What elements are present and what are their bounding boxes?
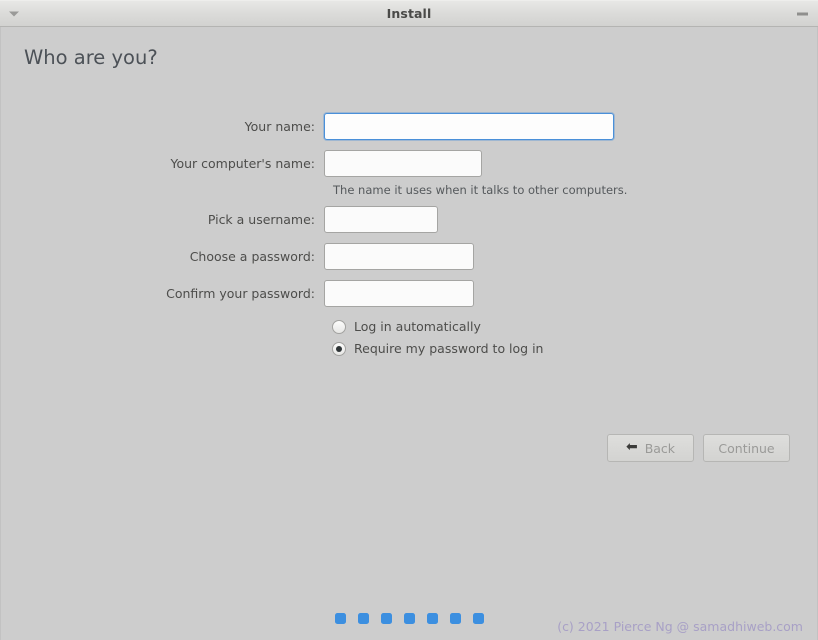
radio-row-auto-login: Log in automatically <box>1 319 817 334</box>
confirm-password-input[interactable] <box>324 280 474 307</box>
progress-dot <box>334 613 346 624</box>
label-password: Choose a password: <box>189 249 315 264</box>
window-titlebar: Install <box>0 0 818 27</box>
helper-spacer <box>1 183 324 197</box>
progress-dot <box>357 613 369 624</box>
back-button[interactable]: ⬅ Back <box>607 434 694 462</box>
label-computer-name: Your computer's name: <box>170 156 315 171</box>
label-username: Pick a username: <box>207 212 315 227</box>
install-window: Install Who are you? Your name: Your com… <box>0 0 818 640</box>
username-input[interactable] <box>324 206 438 233</box>
radio-indicator-auto-login[interactable] <box>332 319 346 334</box>
radio-log-in-automatically[interactable]: Log in automatically <box>332 319 481 334</box>
continue-button-label: Continue <box>718 440 775 456</box>
back-button-label: Back <box>644 440 676 456</box>
progress-dot <box>472 613 484 624</box>
computer-name-input[interactable] <box>324 150 482 177</box>
your-name-input[interactable] <box>324 113 614 140</box>
user-setup-form: Your name: Your computer's name: The nam… <box>1 113 817 363</box>
radio-require-password[interactable]: Require my password to log in <box>332 341 543 356</box>
field-row-confirm-password: Confirm your password: <box>1 280 817 307</box>
label-confirm-password: Confirm your password: <box>166 286 315 301</box>
radio-label-require-password: Require my password to log in <box>354 341 544 356</box>
progress-dot <box>449 613 461 624</box>
chevron-down-icon[interactable] <box>9 11 19 16</box>
minimize-icon[interactable] <box>797 12 808 15</box>
continue-button[interactable]: Continue <box>703 434 790 462</box>
install-content: Who are you? Your name: Your computer's … <box>0 27 818 640</box>
field-row-your-name: Your name: <box>1 113 817 140</box>
progress-dot <box>380 613 392 624</box>
radio-row-require-password: Require my password to log in <box>1 341 817 356</box>
page-title: Who are you? <box>24 46 158 69</box>
field-row-computer-name: Your computer's name: <box>1 150 817 177</box>
field-row-username: Pick a username: <box>1 206 817 233</box>
progress-dot <box>403 613 415 624</box>
computer-name-helper-text: The name it uses when it talks to other … <box>333 183 628 197</box>
helper-row: The name it uses when it talks to other … <box>1 183 817 197</box>
window-title: Install <box>386 6 432 21</box>
wizard-button-bar: ⬅ Back Continue <box>607 434 790 462</box>
password-input[interactable] <box>324 243 474 270</box>
progress-dot <box>426 613 438 624</box>
login-options-group: Log in automatically Require my password… <box>1 319 817 356</box>
radio-label-auto-login: Log in automatically <box>354 319 481 334</box>
label-your-name: Your name: <box>244 119 315 134</box>
radio-indicator-require-password[interactable] <box>332 341 346 356</box>
field-row-password: Choose a password: <box>1 243 817 270</box>
watermark-text: (c) 2021 Pierce Ng @ samadhiweb.com <box>557 619 803 634</box>
arrow-left-icon: ⬅ <box>625 439 638 455</box>
